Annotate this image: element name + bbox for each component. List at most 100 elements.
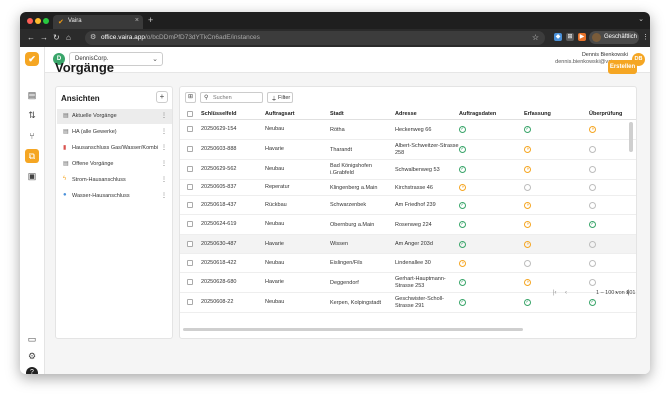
view-options-icon[interactable]: ⋮ [161,160,167,167]
table-row[interactable]: 20250618-437 Rückbau Schwarzenbek Am Friedh… [180,196,636,215]
column-header[interactable]: Schlüsselfeld [201,111,236,117]
row-checkbox[interactable] [187,259,193,266]
settings-icon[interactable]: ⚙ [25,349,39,363]
table-row[interactable]: 20250608-22 Neubau Kerpen, Kolpingstadt Ges… [180,293,636,313]
city-cell: Klingenberg a.Main [330,184,378,191]
view-item[interactable]: ϟ Strom-Hausanschluss ⋮ [57,173,172,188]
type-cell: Neubau [265,126,285,132]
extension-icon[interactable]: ▶ [578,33,586,41]
close-window-button[interactable] [27,18,33,24]
status-done-icon: ✓ [459,146,466,153]
table-row[interactable]: 20250630-487 Havarie Wissen Am Anger 203d ✓ ◑ [180,235,636,254]
status-progress-icon: ◑ [524,201,531,209]
app-header: D DennisCorp. ⌄ Dennis Bienkowski dennis… [45,47,650,73]
create-button[interactable]: Erstellen [608,60,637,74]
table-row[interactable]: 20250618-422 Neubau Eislingen/Fils Lindenal… [180,254,636,273]
first-page-icon[interactable]: |‹ [553,290,557,296]
new-tab-button[interactable]: + [148,15,153,25]
column-header[interactable]: Überprüfung [589,111,622,117]
view-item[interactable]: ▮ Hausanschluss Gas/Wasser/Kombi ⋮ [57,141,172,156]
row-checkbox[interactable] [187,126,193,132]
status-open-icon [589,240,596,248]
view-options-icon[interactable]: ⋮ [161,128,167,135]
table-row[interactable]: 20250629-154 Neubau Rötha Heckenweg 66 ✓ ✓ ◑ [180,120,636,140]
browser-tab[interactable]: ✔ Vaira × [53,15,143,29]
filter-button[interactable]: ⏚ Filter [267,92,293,103]
columns-icon[interactable]: ⊞ [185,92,196,103]
row-checkbox[interactable] [187,221,193,227]
add-view-button[interactable]: + [156,91,168,103]
row-checkbox[interactable] [187,184,193,190]
table-header: Schlüsselfeld Auftragsart Stadt Adresse … [180,108,636,120]
status-done-icon: ✓ [459,240,466,248]
table-row[interactable]: 20250605-837 Reperatur Klingenberg a.Main K… [180,180,636,196]
row-checkbox[interactable] [187,279,193,285]
select-all-checkbox[interactable] [187,111,193,117]
back-button[interactable]: ← [27,33,35,42]
search-input[interactable] [213,93,261,102]
address-cell: Gerhart-Hauptmann- [395,276,446,282]
type-cell: Neubau [265,166,285,172]
address-bar[interactable]: ⚙ office.vaira.app/o/bcDDmPfD73dYTkCn6ad… [85,31,545,45]
browser-menu-icon[interactable]: ⋮ [642,33,649,41]
help-icon[interactable]: ? [26,367,38,374]
city-cell: Obernburg a.Main [330,221,375,228]
view-options-icon[interactable]: ⋮ [161,176,167,183]
column-header[interactable]: Stadt [330,111,344,117]
minimize-window-button[interactable] [35,18,41,24]
table-row[interactable]: 20250629-562 Neubau Bad Königshofen i.Grabf… [180,160,636,180]
instances-icon[interactable]: ⧉ [25,149,39,163]
status-progress-icon: ◑ [459,259,466,267]
close-tab-icon[interactable]: × [135,17,139,24]
view-item[interactable]: ▤ Offene Vorgänge ⋮ [57,157,172,172]
table-row[interactable]: 20250603-888 Havarie Tharandt Albert-Schwei… [180,140,636,160]
inbox-icon[interactable]: ▤ [25,88,39,102]
extension-icon[interactable]: ⊞ [566,33,574,41]
column-header[interactable]: Adresse [395,111,417,117]
city-cell: Kerpen, Kolpingstadt [330,299,382,306]
extension-icon[interactable]: ◆ [554,33,562,41]
table-row[interactable]: 20250624-619 Neubau Obernburg a.Main Rosenw… [180,215,636,235]
workflow-icon[interactable]: ⇅ [25,108,39,122]
table-icon: ▤ [63,129,69,135]
column-header[interactable]: Auftragsart [265,111,295,117]
view-options-icon[interactable]: ⋮ [161,144,167,151]
next-page-icon[interactable]: › [615,290,617,296]
maximize-window-button[interactable] [43,18,49,24]
bookmark-star-icon[interactable]: ☆ [532,33,539,42]
vertical-scrollbar[interactable] [629,122,633,152]
home-button[interactable]: ⌂ [66,33,71,42]
search-box[interactable]: ⚲ [200,92,263,103]
row-checkbox[interactable] [187,201,193,208]
view-item[interactable]: ▤ Aktuelle Vorgänge ⋮ [57,109,172,124]
site-info-icon[interactable]: ⚙ [90,33,96,41]
user-name: Dennis Bienkowski [581,52,628,58]
profile-button[interactable]: Geschäftlich [589,31,639,44]
app-logo[interactable]: ✔ [25,52,39,66]
view-item[interactable]: ▤ HA (alle Gewerke) ⋮ [57,125,172,140]
forward-button[interactable]: → [40,33,48,42]
view-options-icon[interactable]: ⋮ [161,112,167,119]
row-checkbox[interactable] [187,240,193,247]
row-checkbox[interactable] [187,146,193,152]
reload-button[interactable]: ↻ [53,33,60,42]
table-row[interactable]: 20250628-680 Havarie Deggendorf Gerhart-Hau… [180,273,636,293]
row-checkbox[interactable] [187,299,193,305]
contacts-icon[interactable]: ▣ [25,169,39,183]
address-cell: Rosenweg 224 [395,221,432,228]
tab-list-chevron-icon[interactable]: ⌄ [638,15,644,23]
row-checkbox[interactable] [187,166,193,172]
address-cell: Am Friedhof 239 [395,202,436,208]
last-page-icon[interactable]: ›| [626,290,630,296]
city-cell: i.Grabfeld [330,170,354,176]
notifications-icon[interactable]: ▭ [25,332,39,346]
horizontal-scrollbar[interactable] [183,328,523,331]
table-icon: ▤ [63,161,69,167]
column-header[interactable]: Auftragsdaten [459,111,496,117]
key-cell: 20250618-422 [201,259,237,266]
view-options-icon[interactable]: ⋮ [161,192,167,199]
view-item[interactable]: ● Wasser-Hausanschluss ⋮ [57,189,172,204]
network-icon[interactable]: ⑂ [25,129,39,143]
column-header[interactable]: Erfassung [524,111,551,117]
previous-page-icon[interactable]: ‹ [565,290,567,296]
